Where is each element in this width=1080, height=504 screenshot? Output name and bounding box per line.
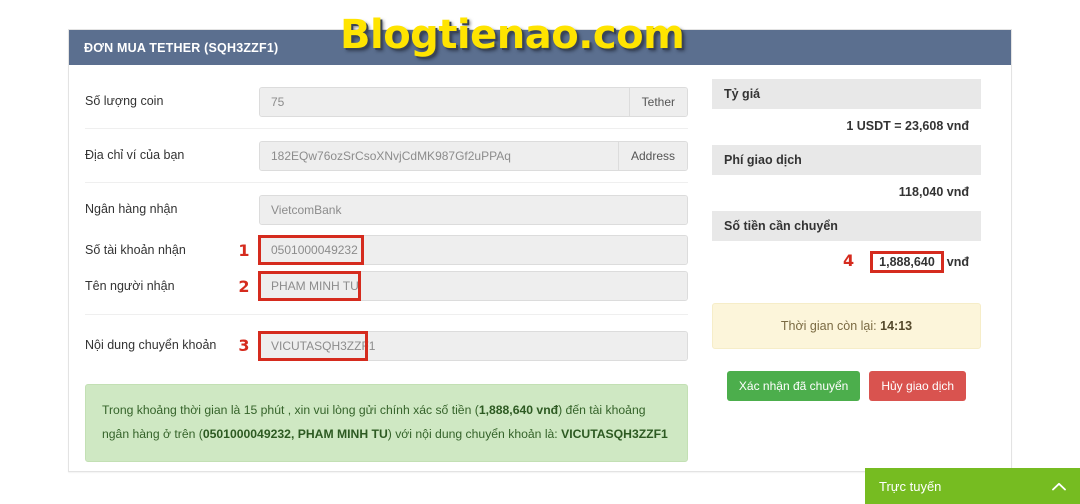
- annotation-marker-1: 1: [238, 240, 250, 260]
- chevron-up-icon[interactable]: [1052, 480, 1066, 493]
- field-row-wallet-address: Địa chỉ ví của bạn . 182EQw76ozSrCsoXNvj…: [85, 133, 688, 178]
- alert-content-code: VICUTASQH3ZZF1: [561, 426, 668, 441]
- countdown-timer: Thời gian còn lại: 14:13: [712, 303, 981, 349]
- label-account-number: Số tài khoản nhận: [85, 242, 186, 257]
- order-form: Số lượng coin . 75 Tether Địa chỉ ví của…: [85, 79, 698, 471]
- panel-body: Số lượng coin . 75 Tether Địa chỉ ví của…: [69, 65, 1011, 471]
- coin-amount-addon: Tether: [628, 87, 687, 116]
- annotation-marker-4: 4: [843, 251, 855, 270]
- wallet-address-addon: Address: [617, 141, 687, 170]
- timer-label: Thời gian còn lại:: [780, 319, 877, 333]
- rate-title: Tỷ giá: [712, 79, 981, 109]
- bank-input[interactable]: VietcomBank: [260, 195, 687, 224]
- input-group-account-number[interactable]: 0501000049232: [259, 235, 688, 265]
- confirm-transfer-button[interactable]: Xác nhận đã chuyển: [726, 371, 861, 401]
- marker-placeholder: .: [233, 92, 255, 111]
- input-group-recipient-name[interactable]: PHAM MINH TU: [259, 271, 688, 301]
- fee-title: Phí giao dịch: [712, 145, 981, 175]
- alert-text-part1: Trong khoảng thời gian là 15 phút , xin …: [102, 403, 479, 417]
- alert-amount: 1,888,640 vnđ: [478, 403, 559, 417]
- alert-text-part3: ) với nội dung chuyển khoản là:: [387, 426, 562, 441]
- label-bank: Ngân hàng nhận: [85, 202, 178, 216]
- form-divider: [85, 314, 688, 315]
- field-row-coin-amount: Số lượng coin . 75 Tether: [85, 79, 688, 124]
- timer-value: 14:13: [880, 319, 913, 333]
- total-currency: vnđ: [946, 255, 969, 269]
- marker-placeholder: .: [233, 146, 255, 165]
- label-recipient-name: Tên người nhận: [85, 278, 175, 293]
- panel-title: ĐƠN MUA TETHER (SQH3ZZF1): [84, 40, 279, 55]
- rate-value: 1 USDT = 23,608 vnđ: [846, 119, 969, 133]
- input-group-transfer-content[interactable]: VICUTASQH3ZZF1: [259, 330, 688, 361]
- total-amount: 1,888,640: [870, 251, 944, 273]
- order-panel: ĐƠN MUA TETHER (SQH3ZZF1) Số lượng coin …: [68, 29, 1012, 472]
- input-group-wallet-address[interactable]: 182EQw76ozSrCsoXNvjCdMK987Gf2uPPAq Addre…: [259, 140, 688, 171]
- transfer-content-input[interactable]: VICUTASQH3ZZF1: [260, 331, 687, 360]
- chat-widget[interactable]: Trực tuyến: [865, 468, 1080, 504]
- transfer-instructions-alert: Trong khoảng thời gian là 15 phút , xin …: [85, 384, 688, 462]
- chat-status-label: Trực tuyến: [879, 478, 942, 494]
- label-transfer-content: Nội dung chuyển khoản: [85, 338, 217, 352]
- coin-amount-input[interactable]: 75: [260, 87, 629, 116]
- field-row-recipient-name: Tên người nhận 2 PHAM MINH TU: [85, 268, 688, 304]
- field-row-transfer-content: Nội dung chuyển khoản 3 VICUTASQH3ZZF1: [85, 323, 688, 368]
- marker-placeholder: .: [233, 200, 255, 219]
- field-row-account-number: Số tài khoản nhận 1 0501000049232: [85, 232, 688, 268]
- order-summary: Tỷ giá 1 USDT = 23,608 vnđ Phí giao dịch…: [698, 79, 981, 471]
- action-button-row: Xác nhận đã chuyển Hủy giao dịch: [712, 371, 981, 401]
- form-divider: [85, 128, 688, 129]
- total-title: Số tiền cần chuyển: [712, 211, 981, 241]
- form-divider: [85, 182, 688, 183]
- label-coin-amount: Số lượng coin: [85, 94, 164, 108]
- account-number-input[interactable]: 0501000049232: [260, 236, 687, 264]
- recipient-name-input[interactable]: PHAM MINH TU: [260, 272, 687, 300]
- input-group-coin-amount[interactable]: 75 Tether: [259, 86, 688, 117]
- field-row-bank: Ngân hàng nhận . VietcomBank: [85, 187, 688, 232]
- total-value-row: 4 1,888,640 vnđ: [712, 241, 981, 285]
- input-group-bank[interactable]: VietcomBank: [259, 194, 688, 225]
- annotation-marker-2: 2: [238, 276, 250, 296]
- fee-value: 118,040 vnđ: [898, 185, 969, 199]
- wallet-address-input[interactable]: 182EQw76ozSrCsoXNvjCdMK987Gf2uPPAq: [260, 141, 618, 170]
- alert-account: 0501000049232, PHAM MINH TU: [202, 426, 388, 441]
- panel-header: ĐƠN MUA TETHER (SQH3ZZF1): [69, 30, 1011, 65]
- label-wallet-address: Địa chỉ ví của bạn: [85, 148, 185, 162]
- cancel-transaction-button[interactable]: Hủy giao dịch: [869, 371, 967, 401]
- annotation-marker-3: 3: [238, 336, 250, 355]
